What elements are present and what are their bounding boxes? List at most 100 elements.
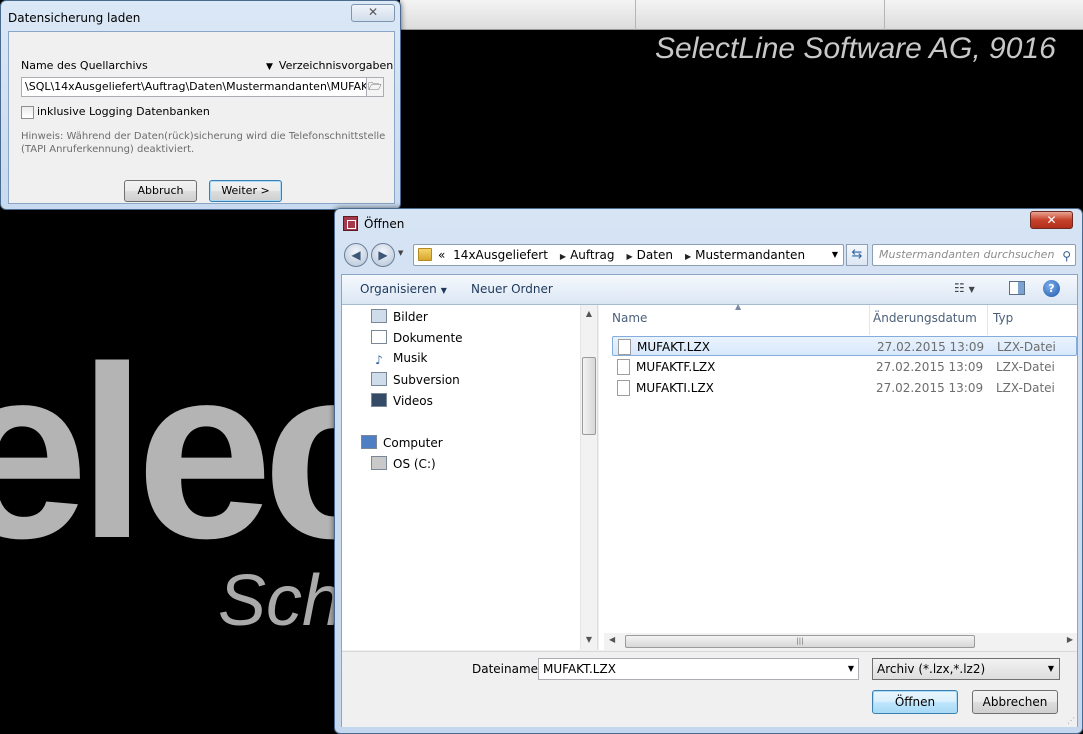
close-button[interactable]: ✕ bbox=[1030, 211, 1073, 229]
nav-item-music[interactable]: ♪ Musik bbox=[371, 351, 427, 367]
nav-item-subversion[interactable]: Subversion bbox=[371, 372, 460, 387]
tapi-hint: Hinweis: Während der Daten(rück)sicherun… bbox=[21, 131, 386, 155]
chevron-down-icon: ▼ bbox=[440, 286, 447, 295]
nav-item-pictures[interactable]: Bilder bbox=[371, 309, 428, 324]
column-separator[interactable] bbox=[869, 305, 870, 335]
organize-label: Organisieren bbox=[360, 282, 437, 296]
change-view-button[interactable]: ☷ ▼ bbox=[954, 281, 975, 295]
scroll-right-icon[interactable]: ▶ bbox=[1067, 635, 1073, 644]
file-row[interactable]: MUFAKT.LZX 27.02.2015 13:09 LZX-Datei bbox=[612, 336, 1077, 356]
open-file-dialog: Öffnen ✕ ◀ ▶ ▼ « 14xAusgeliefert ▶ Auftrag… bbox=[334, 208, 1083, 734]
preview-pane-icon[interactable] bbox=[1009, 281, 1025, 295]
dialog-body: Organisieren ▼ Neuer Ordner ☷ ▼ ? Bilder … bbox=[341, 274, 1078, 727]
nav-item-drive-c[interactable]: OS (C:) bbox=[371, 456, 436, 471]
filter-value: Archiv (*.lzx,*.lz2) bbox=[877, 662, 986, 676]
subversion-icon bbox=[371, 372, 387, 386]
command-toolbar: Organisieren ▼ Neuer Ordner ☷ ▼ ? bbox=[342, 275, 1077, 305]
music-icon: ♪ bbox=[375, 353, 383, 367]
chevron-right-icon[interactable]: ▶ bbox=[685, 252, 691, 261]
folder-icon bbox=[418, 248, 432, 261]
cancel-button[interactable]: Abbrechen bbox=[972, 690, 1058, 714]
recent-locations-dropdown[interactable]: ▼ bbox=[398, 249, 403, 257]
app-icon bbox=[343, 216, 358, 231]
computer-icon bbox=[361, 435, 377, 449]
nav-item-label: Computer bbox=[383, 436, 443, 450]
file-list: Name ▲ Änderungsdatum Typ MUFAKT.LZX 27.… bbox=[599, 302, 1077, 650]
load-backup-dialog: Datensicherung laden ✕ Name des Quellarc… bbox=[0, 0, 401, 210]
nav-item-label: OS (C:) bbox=[393, 457, 436, 471]
arrow-right-icon: ▶ bbox=[378, 248, 388, 262]
column-separator[interactable] bbox=[987, 305, 988, 335]
resize-grip-icon[interactable]: ⋰ bbox=[1067, 716, 1075, 725]
horizontal-scrollbar[interactable]: ◀ ||| ▶ bbox=[604, 633, 1077, 650]
arrow-left-icon: ◀ bbox=[351, 248, 361, 262]
nav-item-computer[interactable]: Computer bbox=[361, 435, 443, 450]
toolbar-separator bbox=[635, 0, 636, 30]
scroll-up-icon[interactable]: ▲ bbox=[581, 309, 597, 318]
open-button[interactable]: Öffnen bbox=[872, 690, 958, 714]
filename-label: Dateiname: bbox=[472, 662, 543, 676]
navigation-bar: ◀ ▶ ▼ « 14xAusgeliefert ▶ Auftrag ▶ Daten ▶ Mu… bbox=[341, 241, 1078, 269]
address-dropdown-icon[interactable]: ▼ bbox=[832, 245, 838, 265]
breadcrumb-overflow[interactable]: « bbox=[438, 248, 445, 262]
dialog-title: Datensicherung laden bbox=[8, 11, 141, 25]
refresh-icon: ⇆ bbox=[851, 247, 863, 262]
next-button[interactable]: Weiter > bbox=[209, 180, 282, 202]
file-name: MUFAKT.LZX bbox=[637, 340, 710, 354]
file-row[interactable]: MUFAKTI.LZX 27.02.2015 13:09 LZX-Datei bbox=[612, 378, 1077, 398]
include-logging-checkbox[interactable] bbox=[21, 106, 34, 119]
logo-text-large: elec bbox=[0, 315, 399, 589]
directory-defaults-menu[interactable]: ▼ Verzeichnisvorgaben bbox=[266, 59, 393, 72]
scroll-down-icon[interactable]: ▼ bbox=[581, 635, 597, 644]
cancel-button[interactable]: Abbruch bbox=[124, 180, 197, 202]
file-type: LZX-Datei bbox=[997, 340, 1056, 354]
close-icon: ✕ bbox=[367, 5, 379, 19]
breadcrumb-item[interactable]: Auftrag bbox=[570, 248, 614, 262]
dialog-footer: Dateiname: MUFAKT.LZX ▼ Archiv (*.lzx,*.l… bbox=[342, 651, 1077, 727]
file-icon bbox=[617, 359, 630, 375]
column-header-type[interactable]: Typ bbox=[993, 311, 1013, 325]
search-input[interactable]: Mustermandanten durchsuchen ⚲ bbox=[872, 244, 1076, 266]
toolbar-separator bbox=[884, 0, 885, 30]
chevron-right-icon[interactable]: ▶ bbox=[627, 252, 633, 261]
column-header-name[interactable]: Name bbox=[612, 311, 647, 325]
source-path-field[interactable]: \SQL\14xAusgeliefert\Auftrag\Daten\Muste… bbox=[21, 77, 384, 97]
chevron-down-icon[interactable]: ▼ bbox=[848, 659, 854, 679]
breadcrumb-item[interactable]: 14xAusgeliefert bbox=[453, 248, 548, 262]
breadcrumb-item[interactable]: Daten bbox=[637, 248, 673, 262]
chevron-right-icon[interactable]: ▶ bbox=[560, 252, 566, 261]
refresh-button[interactable]: ⇆ bbox=[846, 244, 868, 266]
close-button[interactable]: ✕ bbox=[351, 4, 395, 22]
source-path-value: \SQL\14xAusgeliefert\Auftrag\Daten\Muste… bbox=[25, 80, 384, 93]
pictures-icon bbox=[371, 309, 387, 323]
source-archive-label: Name des Quellarchivs bbox=[21, 59, 148, 72]
file-icon bbox=[617, 380, 630, 396]
nav-item-label: Bilder bbox=[393, 310, 428, 324]
organize-button[interactable]: Organisieren ▼ bbox=[360, 282, 447, 296]
drive-icon bbox=[371, 456, 387, 470]
file-name: MUFAKTI.LZX bbox=[636, 381, 714, 395]
triangle-down-icon: ▼ bbox=[266, 62, 273, 72]
address-bar[interactable]: « 14xAusgeliefert ▶ Auftrag ▶ Daten ▶ Musterma… bbox=[413, 244, 844, 266]
scrollbar-thumb[interactable]: ||| bbox=[625, 635, 975, 648]
file-row[interactable]: MUFAKTF.LZX 27.02.2015 13:09 LZX-Datei bbox=[612, 357, 1077, 377]
nav-item-documents[interactable]: Dokumente bbox=[371, 330, 463, 345]
nav-item-videos[interactable]: Videos bbox=[371, 393, 433, 408]
file-type: LZX-Datei bbox=[996, 381, 1055, 395]
file-icon bbox=[618, 339, 631, 355]
new-folder-button[interactable]: Neuer Ordner bbox=[471, 282, 553, 296]
back-button[interactable]: ◀ bbox=[344, 243, 368, 267]
column-header-date[interactable]: Änderungsdatum bbox=[873, 311, 977, 325]
breadcrumb-item[interactable]: Mustermandanten bbox=[695, 248, 805, 262]
file-date: 27.02.2015 13:09 bbox=[877, 340, 985, 354]
navigation-scrollbar[interactable]: ▲ ▼ bbox=[580, 305, 597, 650]
view-list-icon: ☷ bbox=[954, 281, 965, 295]
filename-input[interactable]: MUFAKT.LZX ▼ bbox=[538, 658, 859, 680]
file-type-filter[interactable]: Archiv (*.lzx,*.lz2) ▼ bbox=[872, 658, 1060, 680]
forward-button[interactable]: ▶ bbox=[371, 243, 395, 267]
browse-button[interactable]: 🗁 bbox=[366, 78, 383, 96]
scrollbar-thumb[interactable] bbox=[582, 357, 596, 435]
help-icon[interactable]: ? bbox=[1043, 280, 1060, 297]
scroll-left-icon[interactable]: ◀ bbox=[609, 635, 615, 644]
filename-value: MUFAKT.LZX bbox=[543, 662, 616, 676]
